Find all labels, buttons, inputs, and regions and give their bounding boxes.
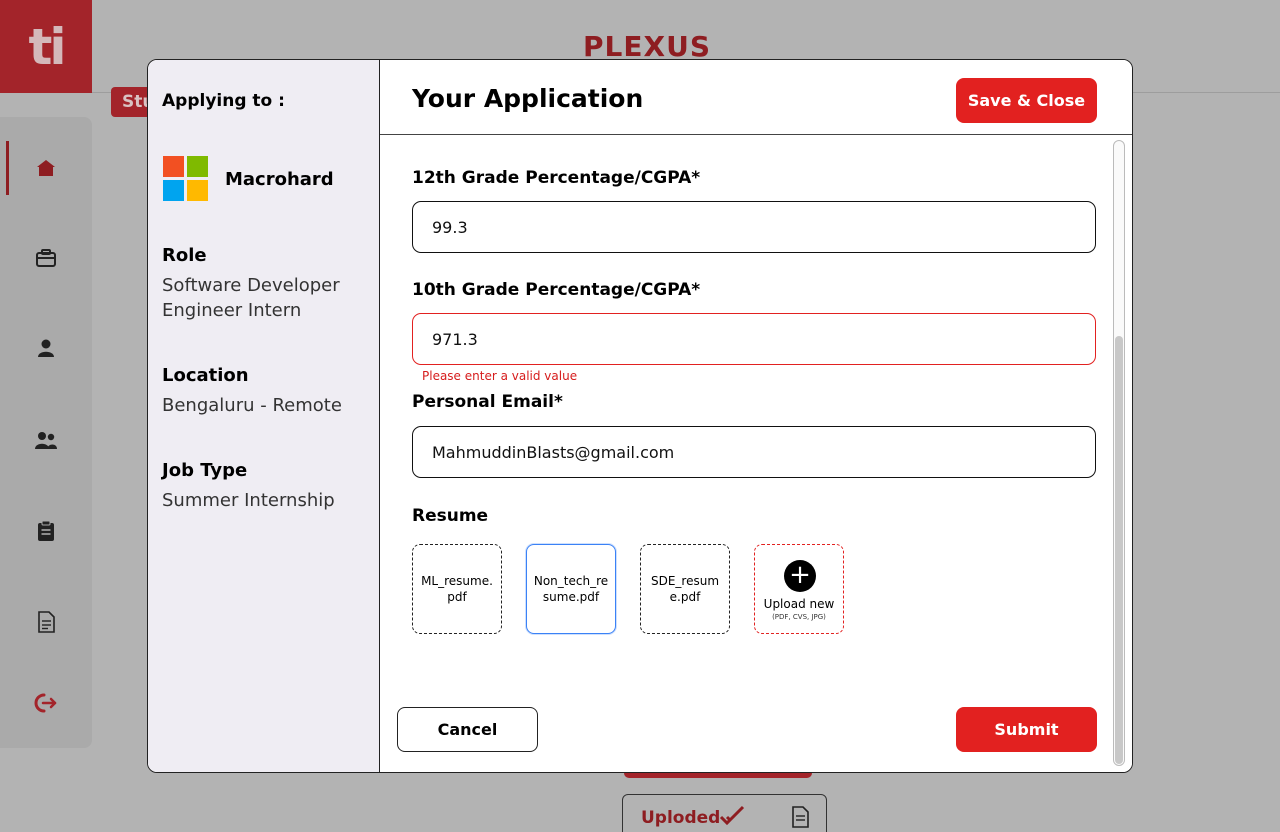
document-icon[interactable] <box>791 806 809 832</box>
user-icon[interactable] <box>34 336 58 360</box>
plus-icon: + <box>784 560 816 592</box>
app-logo[interactable]: ti <box>0 0 92 93</box>
company-name: Macrohard <box>225 169 334 190</box>
clipboard-icon[interactable] <box>34 519 58 543</box>
email-label: Personal Email* <box>412 392 563 412</box>
application-form-panel: Your Application Save & Close 12th Grade… <box>380 60 1132 772</box>
logo-square-green <box>187 156 208 177</box>
briefcase-icon[interactable] <box>34 246 58 270</box>
uploaded-label: Uploded <box>641 808 721 828</box>
role-label: Role <box>162 245 207 266</box>
job-summary-panel: Applying to : Macrohard Role Software De… <box>148 60 380 772</box>
job-type-label: Job Type <box>162 460 248 481</box>
resume-option-ml[interactable]: ML_resume.pdf <box>412 544 502 634</box>
tenth-grade-label: 10th Grade Percentage/CGPA* <box>412 280 701 300</box>
logout-icon[interactable] <box>34 691 58 715</box>
resume-option-non-tech[interactable]: Non_tech_resume.pdf <box>526 544 616 634</box>
resume-option-sde[interactable]: SDE_resume.pdf <box>640 544 730 634</box>
scrollbar[interactable] <box>1113 140 1125 766</box>
users-icon[interactable] <box>34 428 58 452</box>
scrollbar-thumb[interactable] <box>1115 336 1123 764</box>
resume-label: Resume <box>412 506 489 526</box>
checkmark-icon <box>719 805 745 831</box>
location-label: Location <box>162 365 249 386</box>
company-logo <box>163 156 208 201</box>
sidebar-active-indicator <box>6 141 9 195</box>
upload-new-label: Upload new <box>763 597 835 611</box>
uploaded-status-box: Uploded <box>622 794 827 832</box>
tenth-grade-input[interactable] <box>412 313 1096 365</box>
application-modal: Applying to : Macrohard Role Software De… <box>147 59 1133 773</box>
location-value: Bengaluru - Remote <box>162 395 342 416</box>
home-icon[interactable] <box>34 156 58 180</box>
twelfth-grade-label: 12th Grade Percentage/CGPA* <box>412 168 701 188</box>
logo-square-yellow <box>187 180 208 201</box>
applying-to-label: Applying to : <box>162 91 285 111</box>
job-type-value: Summer Internship <box>162 490 335 511</box>
upload-formats-hint: (PDF, CVS, JPG) <box>772 613 826 621</box>
email-field[interactable] <box>412 426 1096 478</box>
submit-button[interactable]: Submit <box>956 707 1097 752</box>
logo-square-blue <box>163 180 184 201</box>
cancel-button[interactable]: Cancel <box>397 707 538 752</box>
save-close-button[interactable]: Save & Close <box>956 78 1097 123</box>
modal-title: Your Application <box>412 84 644 113</box>
document-icon[interactable] <box>34 610 58 634</box>
twelfth-grade-input[interactable] <box>412 201 1096 253</box>
logo-square-red <box>163 156 184 177</box>
role-value: Software Developer Engineer Intern <box>162 275 340 321</box>
validation-error-message: Please enter a valid value <box>422 369 578 383</box>
logo-text: ti <box>28 17 66 76</box>
modal-header: Your Application Save & Close <box>380 60 1132 135</box>
upload-new-resume-button[interactable]: + Upload new (PDF, CVS, JPG) <box>754 544 844 634</box>
